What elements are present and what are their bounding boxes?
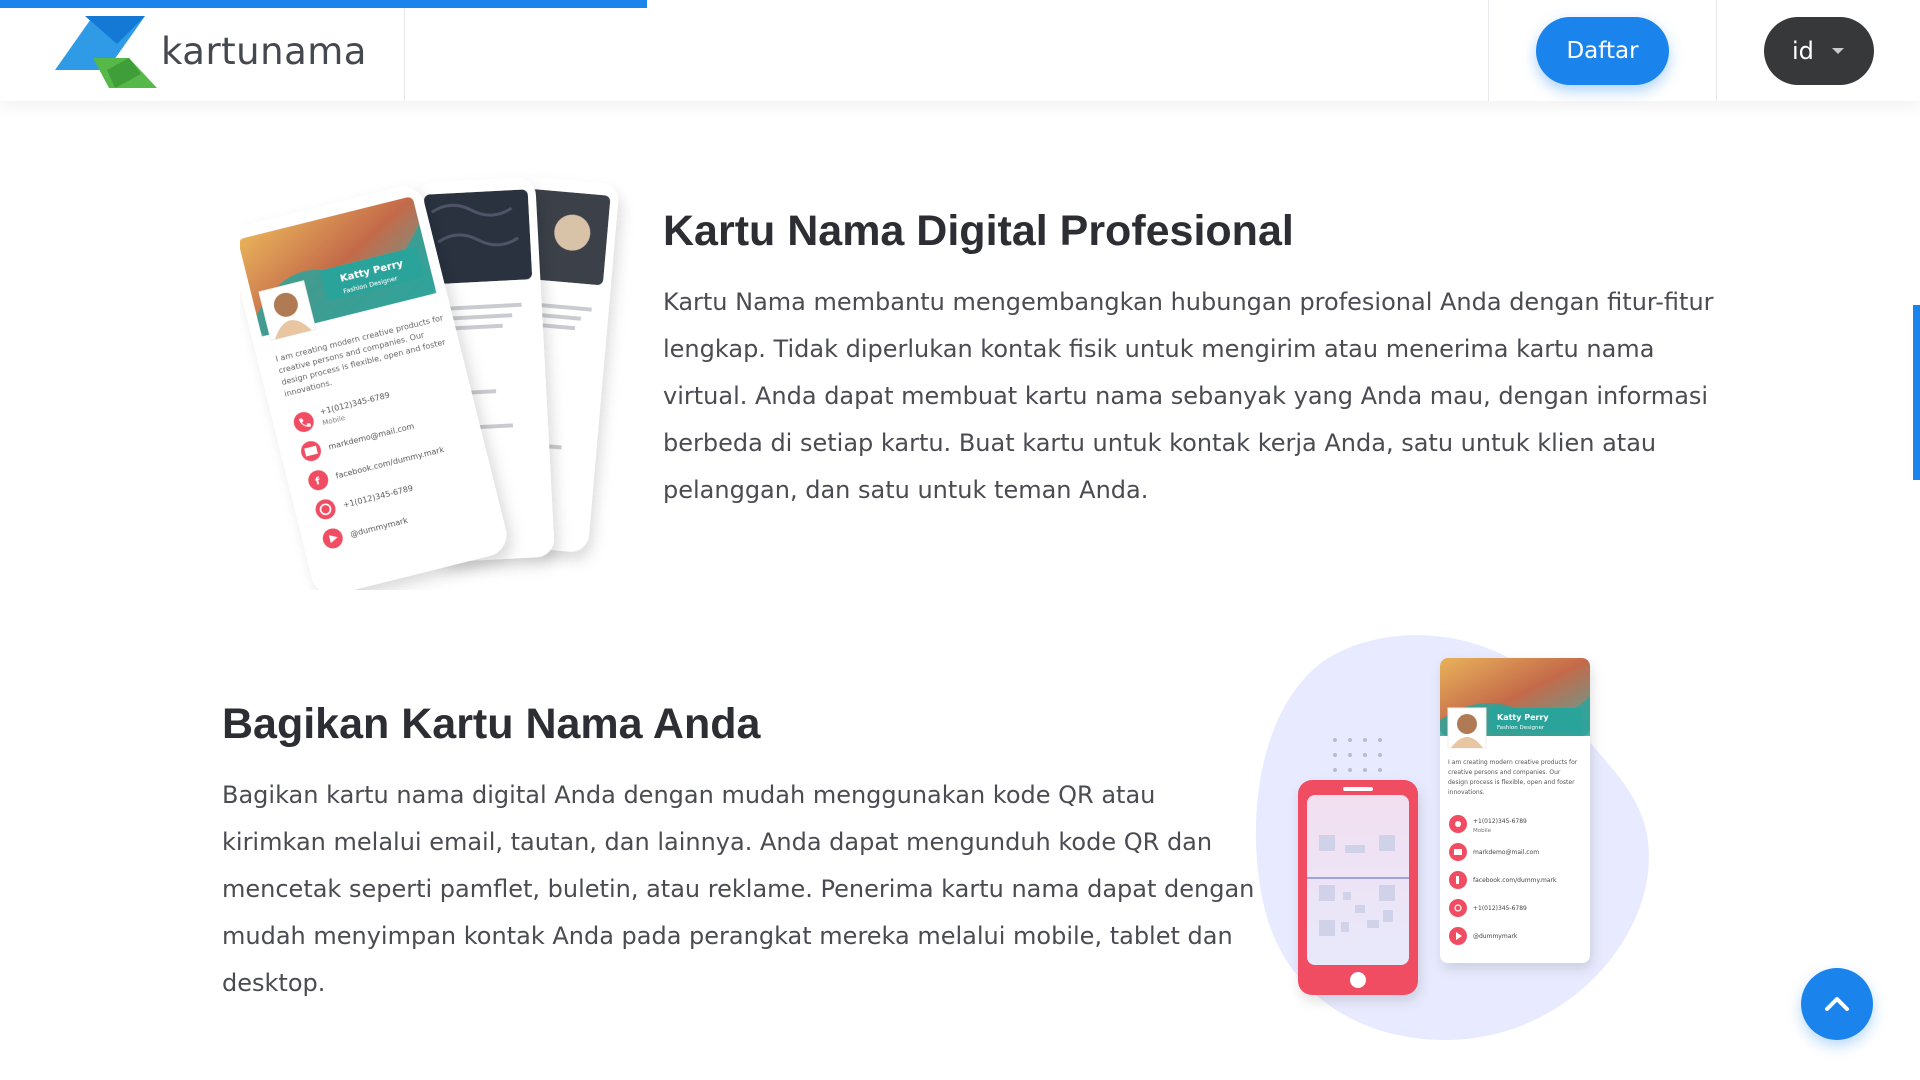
svg-text:+1(012)345-6789: +1(012)345-6789 — [1473, 905, 1527, 912]
svg-text:@dummymark: @dummymark — [1473, 933, 1518, 940]
svg-text:markdemo@mail.com: markdemo@mail.com — [1473, 849, 1539, 856]
svg-text:facebook.com/dummy.mark: facebook.com/dummy.mark — [1473, 877, 1557, 884]
language-value: id — [1792, 37, 1814, 65]
qr-share-illustration: Katty Perry Fashion Designer I am creati… — [1255, 635, 1649, 1040]
svg-text:Mobile: Mobile — [1473, 828, 1492, 834]
top-navbar: kartunama Daftar id — [0, 0, 1920, 101]
back-to-top-button[interactable] — [1801, 968, 1873, 1040]
chevron-up-icon — [1825, 997, 1849, 1011]
language-select[interactable]: id — [1764, 17, 1874, 85]
card-role: Fashion Designer — [1497, 725, 1545, 731]
kartunama-logo-icon — [55, 16, 157, 88]
register-button[interactable]: Daftar — [1536, 17, 1669, 85]
reading-progress-bar — [0, 0, 648, 8]
nav-divider — [1716, 0, 1717, 101]
brand-home-link[interactable]: kartunama — [55, 14, 367, 88]
section-text-share: Bagikan kartu nama digital Anda dengan m… — [222, 781, 1255, 997]
caret-down-icon — [1832, 48, 1844, 54]
svg-text:+1(012)345-6789: +1(012)345-6789 — [1473, 818, 1527, 825]
nav-divider — [404, 0, 405, 101]
section-title-share: Bagikan Kartu Nama Anda — [222, 700, 761, 748]
card-name: Katty Perry — [1497, 713, 1549, 722]
brand-name: kartunama — [161, 29, 367, 73]
business-card-phones-illustration: Katty Perry Fashion Designer I am creati… — [240, 177, 619, 590]
page-scrollbar-thumb[interactable] — [1913, 305, 1920, 480]
section-text-professional: Kartu Nama membantu mengembangkan hubung… — [663, 288, 1714, 504]
nav-divider — [1488, 0, 1489, 101]
section-title-professional: Kartu Nama Digital Profesional — [663, 207, 1294, 255]
